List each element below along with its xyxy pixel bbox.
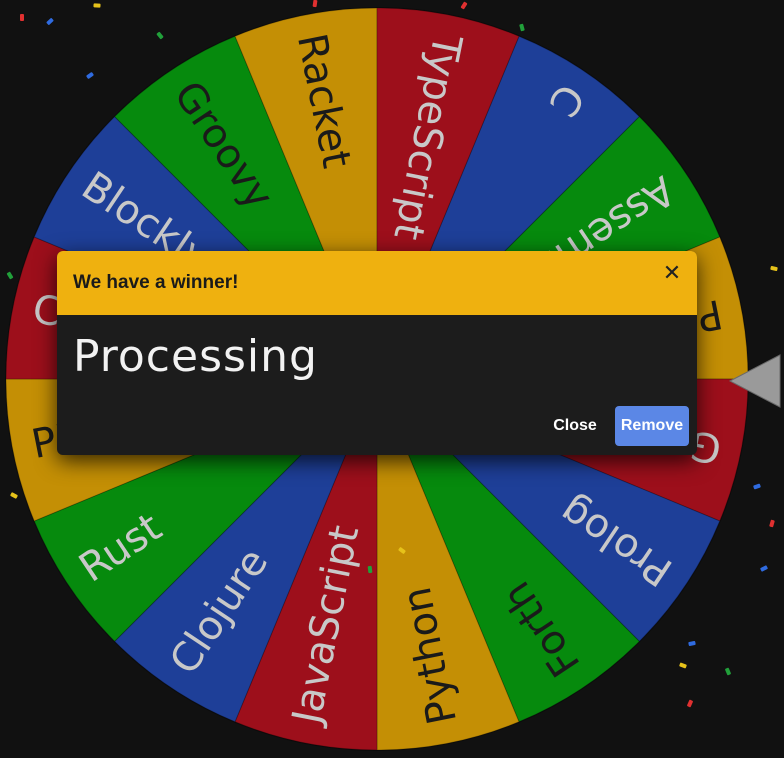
winner-dialog: We have a winner! ✕ Processing Close Rem…	[57, 251, 697, 455]
dialog-header: We have a winner! ✕	[57, 251, 697, 315]
close-icon[interactable]: ✕	[661, 263, 683, 285]
remove-button[interactable]: Remove	[615, 406, 689, 446]
winner-name: Processing	[73, 331, 318, 382]
close-button[interactable]: Close	[543, 406, 607, 446]
dialog-title: We have a winner!	[73, 272, 239, 293]
